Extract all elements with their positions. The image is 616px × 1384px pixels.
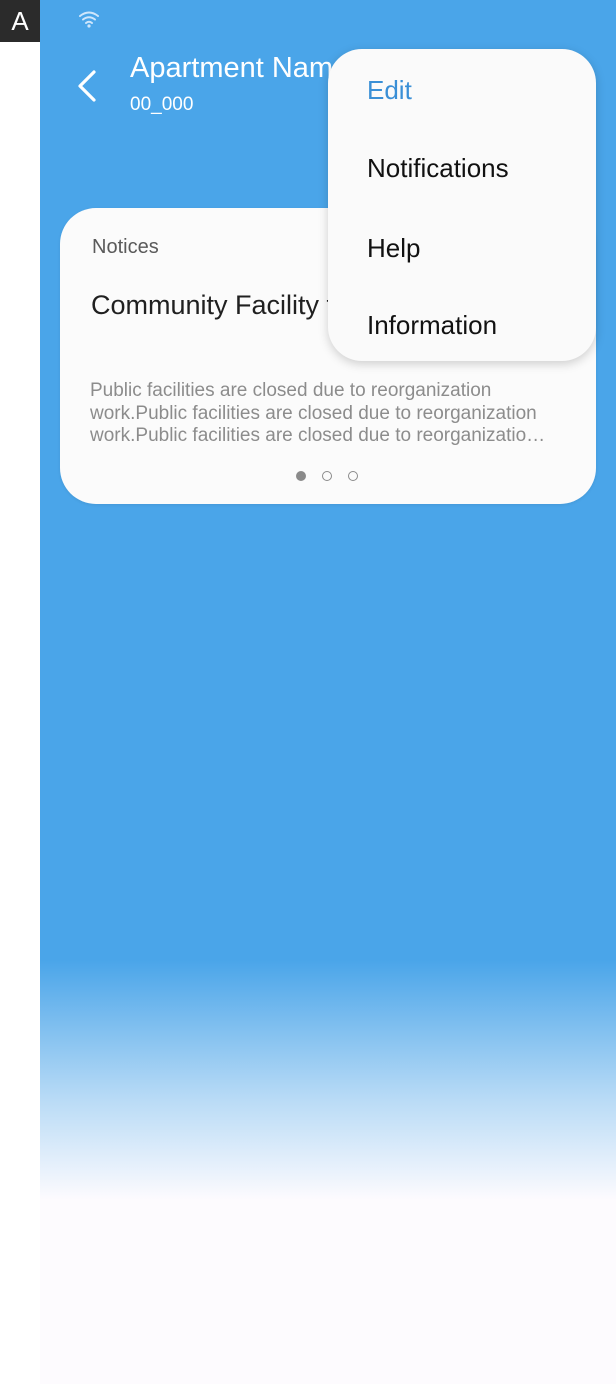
pager-dot-2 (322, 471, 332, 481)
page-subtitle: 00_000 (130, 94, 194, 115)
chevron-left-icon (78, 70, 96, 102)
menu-item-notifications[interactable]: Notifications (367, 153, 509, 184)
app-screen: Apartment Name 00_000 Notices Community … (40, 0, 616, 1384)
overflow-menu: Edit Notifications Help Information (328, 49, 596, 361)
app-badge: A (0, 0, 40, 42)
status-bar (40, 0, 616, 40)
notice-body: Public facilities are closed due to reor… (90, 380, 537, 446)
pager-dot-3 (348, 471, 358, 481)
pager-dot-1 (296, 471, 306, 481)
notice-card-label: Notices (92, 236, 159, 258)
wifi-icon (79, 11, 99, 28)
menu-item-help[interactable]: Help (367, 233, 420, 264)
page-title: Apartment Name (130, 52, 350, 84)
back-button[interactable] (68, 64, 108, 108)
menu-item-information[interactable]: Information (367, 310, 497, 341)
menu-item-edit[interactable]: Edit (367, 75, 412, 106)
pager-indicator (296, 470, 358, 482)
